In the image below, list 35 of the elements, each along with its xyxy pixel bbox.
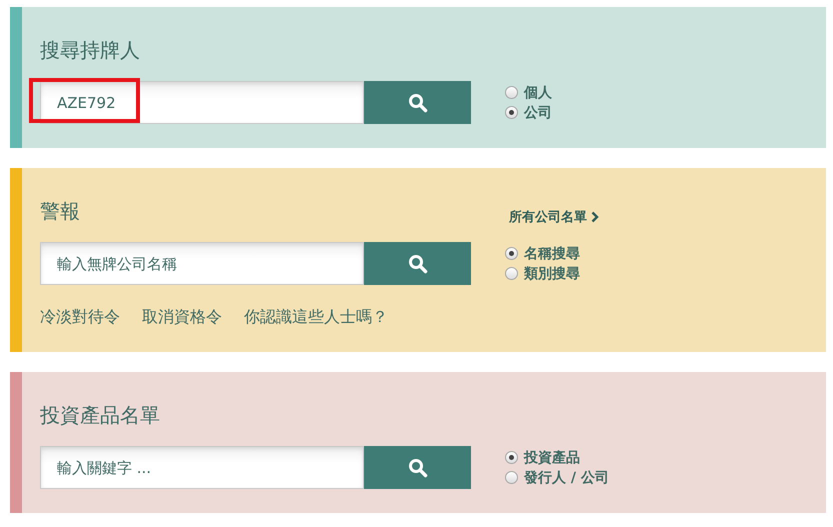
panel-title: 警報 — [40, 198, 80, 225]
search-button[interactable] — [364, 242, 471, 285]
chevron-icon — [591, 211, 599, 223]
search-icon — [408, 92, 428, 112]
radio-label: 類別搜尋 — [524, 264, 580, 282]
company-list-link[interactable]: 所有公司名單 — [509, 208, 599, 226]
radio-option[interactable]: 投資產品 — [505, 448, 609, 466]
search-icon — [408, 458, 428, 478]
panel-title: 投資產品名單 — [40, 402, 160, 429]
radio-button[interactable] — [505, 86, 518, 99]
radio-label: 發行人 / 公司 — [524, 468, 609, 486]
search-button[interactable] — [364, 81, 471, 124]
search-icon — [408, 254, 428, 274]
search-field[interactable]: AZE792 — [40, 81, 364, 124]
radio-button[interactable] — [505, 451, 518, 464]
radio-label: 公司 — [524, 104, 552, 122]
radio-label: 個人 — [524, 84, 552, 102]
radio-button[interactable] — [505, 106, 518, 119]
radio-label: 投資產品 — [524, 448, 580, 466]
radio-option[interactable]: 類別搜尋 — [505, 264, 580, 282]
radio-option[interactable]: 名稱搜尋 — [505, 244, 580, 262]
search-field[interactable]: 輸入無牌公司名稱 — [40, 242, 364, 285]
order-link[interactable]: 冷淡對待令 — [40, 307, 120, 328]
radio-button[interactable] — [505, 247, 518, 260]
order-link[interactable]: 你認識這些人士嗎？ — [244, 307, 388, 328]
radio-option[interactable]: 個人 — [505, 84, 552, 102]
panel-title: 搜尋持牌人 — [40, 37, 140, 64]
radio-option[interactable]: 發行人 / 公司 — [505, 468, 609, 486]
search-button[interactable] — [364, 446, 471, 489]
search-field[interactable]: 輸入關鍵字 ... — [40, 446, 364, 489]
radio-button[interactable] — [505, 267, 518, 280]
order-link[interactable]: 取消資格令 — [142, 307, 222, 328]
radio-button[interactable] — [505, 471, 518, 484]
radio-label: 名稱搜尋 — [524, 244, 580, 262]
radio-option[interactable]: 公司 — [505, 104, 552, 122]
